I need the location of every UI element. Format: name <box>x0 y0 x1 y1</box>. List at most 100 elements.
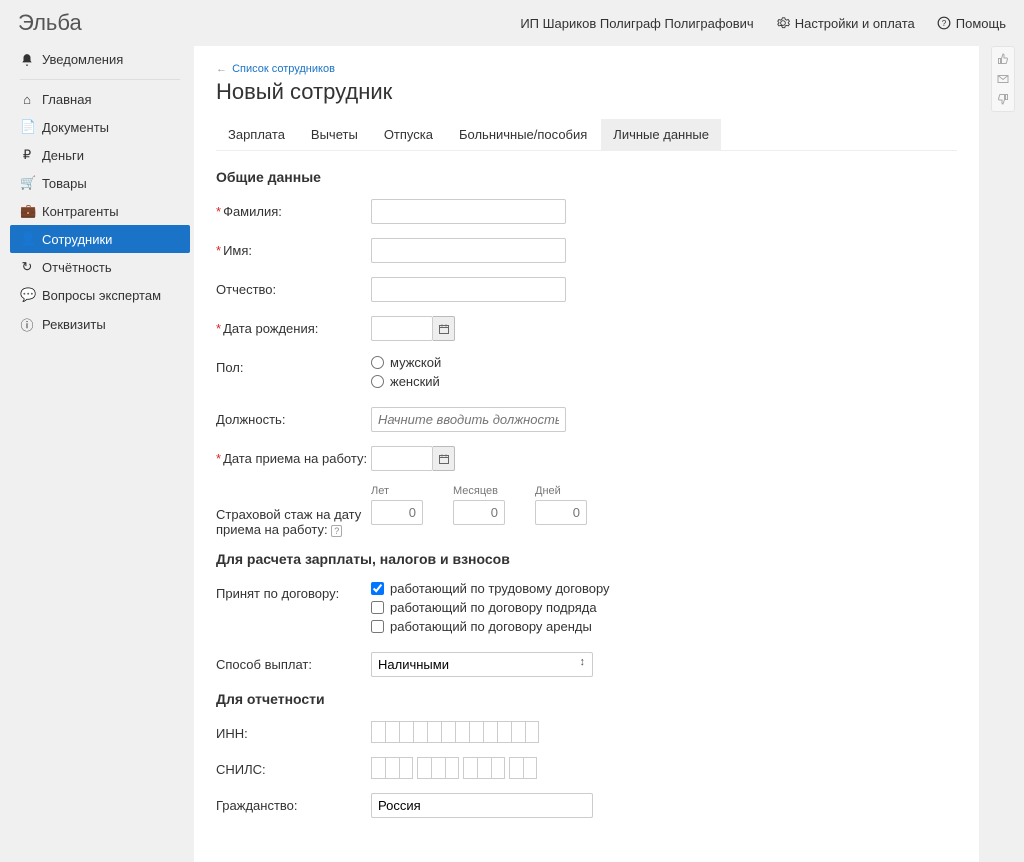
nav-label: Деньги <box>42 148 84 163</box>
org-name[interactable]: ИП Шариков Полиграф Полиграфович <box>520 16 753 31</box>
nav-refresh[interactable]: ↻ Отчётность <box>10 253 190 281</box>
tab-1[interactable]: Вычеты <box>299 119 370 150</box>
contract-labor-checkbox[interactable] <box>371 582 384 595</box>
back-link[interactable]: ← Список сотрудников <box>216 63 335 75</box>
label-snils: СНИЛС: <box>216 762 266 777</box>
help-icon[interactable]: ? <box>331 525 342 537</box>
nav-case[interactable]: 💼 Контрагенты <box>10 197 190 225</box>
label-citizenship: Гражданство: <box>216 798 298 813</box>
citizenship-input[interactable] <box>371 793 593 818</box>
settings-link[interactable]: Настройки и оплата <box>776 16 915 31</box>
case-icon: 💼 <box>20 203 34 219</box>
tab-0[interactable]: Зарплата <box>216 119 297 150</box>
svg-text:?: ? <box>942 19 947 28</box>
refresh-icon: ↻ <box>20 259 34 275</box>
sex-male-label: мужской <box>390 355 441 370</box>
bell-icon <box>20 53 34 67</box>
surname-input[interactable] <box>371 199 566 224</box>
label-contract: Принят по договору: <box>216 586 339 601</box>
label-hiredate: Дата приема на работу: <box>223 451 367 466</box>
nav-user[interactable]: 👤 Сотрудники <box>10 225 190 253</box>
help-label: Помощь <box>956 16 1006 31</box>
label-surname: Фамилия: <box>223 204 282 219</box>
nav-chat[interactable]: 💬 Вопросы экспертам <box>10 281 190 309</box>
snils-input-4[interactable] <box>509 757 537 779</box>
thumbs-up-icon[interactable] <box>997 53 1009 65</box>
label-sex: Пол: <box>216 360 244 375</box>
label-patronymic: Отчество: <box>216 282 276 297</box>
section-report: Для отчетности <box>216 691 957 707</box>
cart-icon: 🛒 <box>20 175 34 191</box>
nav-cart[interactable]: 🛒 Товары <box>10 169 190 197</box>
side-actionbar <box>991 46 1015 112</box>
settings-label: Настройки и оплата <box>795 16 915 31</box>
nav-notifications[interactable]: Уведомления <box>10 46 190 73</box>
page-title: Новый сотрудник <box>216 79 957 105</box>
section-calc: Для расчета зарплаты, налогов и взносов <box>216 551 957 567</box>
gear-icon <box>776 16 790 30</box>
nav-label: Контрагенты <box>42 204 119 219</box>
years-input[interactable] <box>371 500 423 525</box>
nav-doc[interactable]: 📄 Документы <box>10 113 190 141</box>
birthdate-calendar-button[interactable] <box>433 316 455 341</box>
nav-label: Главная <box>42 92 91 107</box>
nav-label: Уведомления <box>42 52 123 67</box>
nav-money[interactable]: ₽ Деньги <box>10 141 190 169</box>
chat-icon: 💬 <box>20 287 34 303</box>
months-label: Месяцев <box>453 485 505 497</box>
sex-female-label: женский <box>390 374 440 389</box>
paymethod-select[interactable]: Наличными <box>371 652 593 677</box>
tab-2[interactable]: Отпуска <box>372 119 445 150</box>
days-input[interactable] <box>535 500 587 525</box>
days-label: Дней <box>535 485 587 497</box>
hiredate-calendar-button[interactable] <box>433 446 455 471</box>
help-icon: ? <box>937 16 951 30</box>
tab-3[interactable]: Больничные/пособия <box>447 119 599 150</box>
label-paymethod: Способ выплат: <box>216 657 312 672</box>
nav-label: Вопросы экспертам <box>42 288 161 303</box>
snils-input-3[interactable] <box>463 757 505 779</box>
hiredate-input[interactable] <box>371 446 433 471</box>
snils-input-1[interactable] <box>371 757 413 779</box>
position-input[interactable] <box>371 407 566 432</box>
label-birthdate: Дата рождения: <box>223 321 318 336</box>
contract-arenda-checkbox[interactable] <box>371 620 384 633</box>
tab-4[interactable]: Личные данные <box>601 119 721 150</box>
name-input[interactable] <box>371 238 566 263</box>
nav-home[interactable]: ⌂ Главная <box>10 86 190 113</box>
mail-icon[interactable] <box>997 73 1009 85</box>
thumbs-down-icon[interactable] <box>997 93 1009 105</box>
snils-input-2[interactable] <box>417 757 459 779</box>
nav-label: Отчётность <box>42 260 112 275</box>
birthdate-input[interactable] <box>371 316 433 341</box>
label-inn: ИНН: <box>216 726 248 741</box>
label-name: Имя: <box>223 243 252 258</box>
contract-arenda-label: работающий по договору аренды <box>390 619 592 634</box>
nav-info[interactable]: ⓘ Реквизиты <box>10 309 190 340</box>
patronymic-input[interactable] <box>371 277 566 302</box>
back-label: Список сотрудников <box>232 63 335 75</box>
months-input[interactable] <box>453 500 505 525</box>
nav-label: Товары <box>42 176 87 191</box>
section-general: Общие данные <box>216 169 957 185</box>
help-link[interactable]: ? Помощь <box>937 16 1006 31</box>
nav-label: Сотрудники <box>42 232 112 247</box>
nav-label: Документы <box>42 120 109 135</box>
calendar-icon <box>438 323 450 335</box>
contract-podryad-checkbox[interactable] <box>371 601 384 614</box>
calendar-icon <box>438 453 450 465</box>
doc-icon: 📄 <box>20 119 34 135</box>
sex-male-radio[interactable] <box>371 356 384 369</box>
sex-female-radio[interactable] <box>371 375 384 388</box>
home-icon: ⌂ <box>20 92 34 107</box>
label-position: Должность: <box>216 412 285 427</box>
contract-labor-label: работающий по трудовому договору <box>390 581 610 596</box>
inn-input[interactable] <box>371 721 953 743</box>
years-label: Лет <box>371 485 423 497</box>
nav-label: Реквизиты <box>42 317 106 332</box>
brand-logo: Эльба <box>18 10 82 36</box>
money-icon: ₽ <box>20 147 34 163</box>
contract-podryad-label: работающий по договору подряда <box>390 600 597 615</box>
user-icon: 👤 <box>20 231 34 247</box>
info-icon: ⓘ <box>20 315 34 334</box>
